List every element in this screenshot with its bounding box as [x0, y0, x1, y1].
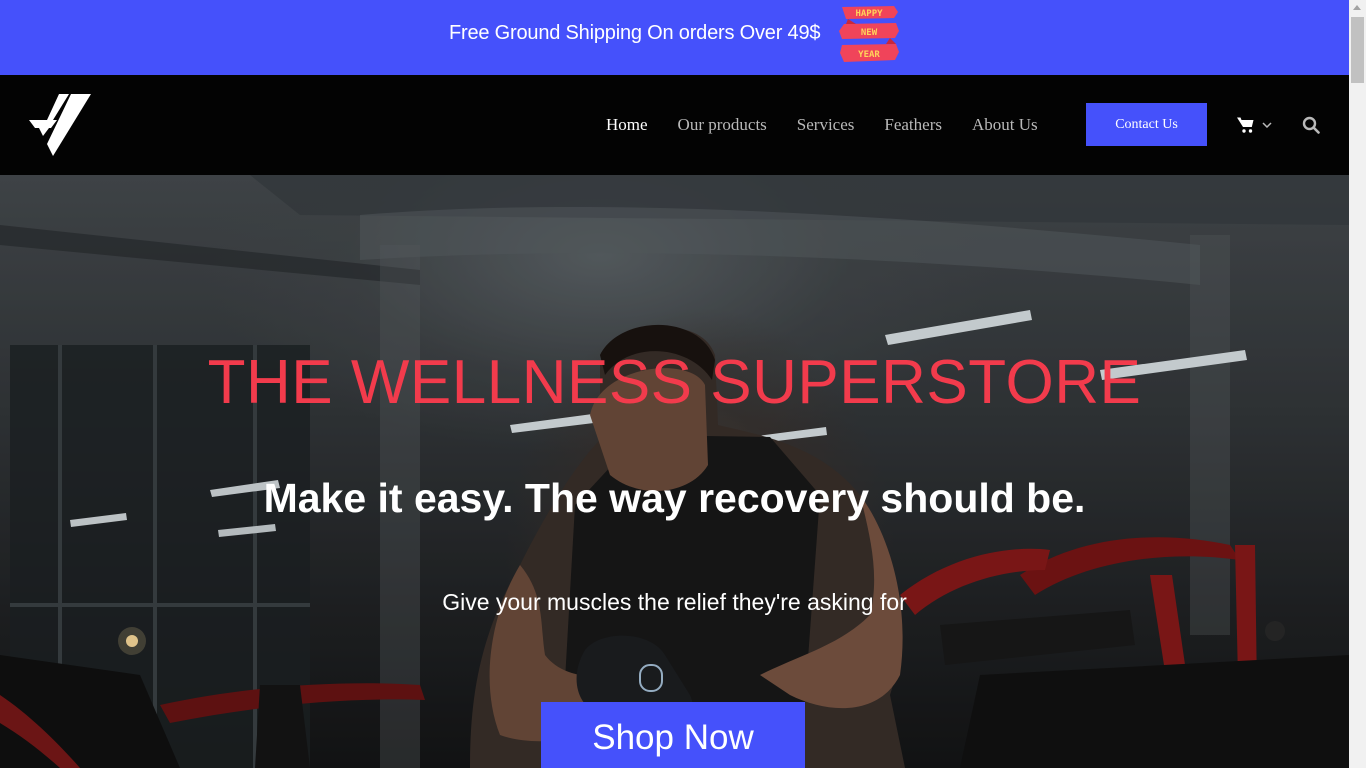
contact-us-button[interactable]: Contact Us — [1086, 103, 1207, 146]
hero-overlay — [0, 175, 1349, 768]
badge-line-3: YEAR — [858, 50, 880, 60]
hero-title: THE WELLNESS SUPERSTORE — [207, 348, 1142, 417]
site-header: Home Our products Services Feathers Abou… — [0, 75, 1349, 175]
hero-tagline: Give your muscles the relief they're ask… — [442, 589, 907, 615]
nav-our-products[interactable]: Our products — [678, 115, 767, 135]
nav-about-us[interactable]: About Us — [972, 115, 1038, 135]
nav-feathers[interactable]: Feathers — [884, 115, 942, 135]
nav-home[interactable]: Home — [606, 115, 648, 135]
badge-line-2: NEW — [861, 28, 878, 38]
search-icon[interactable] — [1302, 116, 1320, 134]
badge-line-1: HAPPY — [855, 9, 883, 19]
brand-logo[interactable] — [29, 94, 91, 158]
shopping-cart-icon[interactable] — [1237, 116, 1275, 134]
hero-subtitle: Make it easy. The way recovery should be… — [263, 475, 1086, 521]
nav-services[interactable]: Services — [797, 115, 855, 135]
shop-now-button[interactable]: Shop Now — [541, 702, 805, 768]
scroll-up-arrow-icon[interactable] — [1353, 5, 1361, 10]
promo-bar: Free Ground Shipping On orders Over 49$ … — [0, 0, 1349, 75]
happy-new-year-badge: HAPPY NEW YEAR — [839, 6, 899, 62]
hero-section: THE WELLNESS SUPERSTORE Make it easy. Th… — [0, 175, 1349, 768]
scroll-thumb[interactable] — [1351, 17, 1364, 83]
promo-text: Free Ground Shipping On orders Over 49$ — [449, 22, 821, 44]
main-nav: Home Our products Services Feathers Abou… — [606, 115, 1068, 135]
page-scrollbar[interactable] — [1349, 0, 1366, 768]
